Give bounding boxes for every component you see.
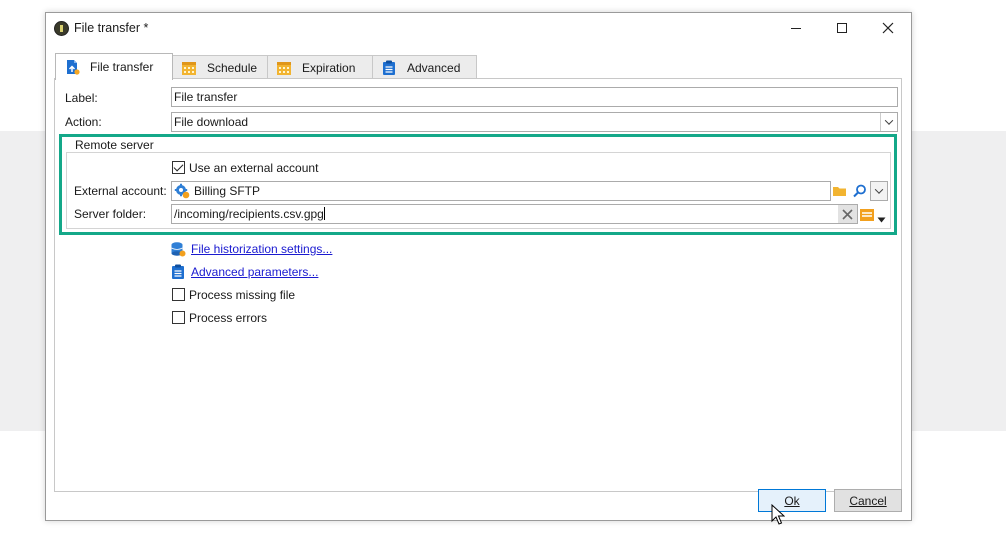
remote-server-legend: Remote server [72,138,157,152]
process-errors-checkbox[interactable] [172,311,185,324]
process-missing-file-checkbox[interactable] [172,288,185,301]
database-icon [170,241,186,260]
action-select[interactable]: File download [171,112,898,132]
process-errors-label: Process errors [189,311,268,325]
tab-label: Schedule [207,60,258,75]
advanced-parameters-link[interactable]: Advanced parameters... [191,265,318,279]
clear-icon [842,208,853,220]
maximize-icon [837,23,847,33]
external-account-caption: External account: [74,184,167,198]
external-account-value: Billing SFTP [194,184,261,198]
action-caption: Action: [65,115,102,129]
close-icon [882,22,894,34]
cancel-button[interactable]: Cancel [834,489,902,512]
mouse-pointer-icon [771,503,786,529]
tab-label: Expiration [302,60,356,75]
minimize-icon [791,27,801,29]
label-input[interactable]: File transfer [171,87,898,107]
minimize-button[interactable] [773,13,819,43]
label-caption: Label: [65,91,98,105]
window-title: File transfer * [74,21,149,35]
tab-schedule[interactable]: Schedule [172,55,268,79]
calendar-icon [276,60,292,76]
tab-advanced[interactable]: Advanced [372,55,477,79]
tab-file-transfer[interactable]: File transfer [55,53,173,80]
expression-icon[interactable] [859,207,875,226]
use-external-account-label: Use an external account [189,161,319,175]
chevron-down-icon [874,185,884,194]
clipboard-icon [170,264,186,283]
cancel-button-label: Cancel [849,493,887,508]
search-icon[interactable] [852,183,868,202]
server-folder-input[interactable]: /incoming/recipients.csv.gpg [171,204,858,224]
server-folder-value: /incoming/recipients.csv.gpg [174,207,324,221]
use-external-account-checkbox[interactable] [172,161,185,174]
close-button[interactable] [865,13,911,43]
file-transfer-dialog: File transfer * File transfer Schedule E… [45,12,912,525]
ok-button[interactable]: Ok [758,489,826,512]
title-bar[interactable]: File transfer * [46,13,911,45]
ok-button-label: Ok [784,493,800,508]
caret-down-icon[interactable] [877,212,886,226]
text-caret [323,207,325,220]
tab-label: Advanced [407,60,461,75]
clear-button[interactable] [838,205,857,223]
tab-label: File transfer [90,60,154,74]
tab-expiration[interactable]: Expiration [267,55,373,79]
process-missing-file-label: Process missing file [189,288,296,302]
app-icon [54,21,69,36]
file-transfer-icon [64,59,80,75]
file-historization-link[interactable]: File historization settings... [191,242,332,256]
action-value: File download [174,115,249,129]
folder-icon[interactable] [832,183,848,202]
external-account-icon [174,183,190,202]
chevron-down-icon [884,116,893,125]
clipboard-icon [381,60,397,76]
external-account-input[interactable]: Billing SFTP [171,181,831,201]
external-account-dropdown-button[interactable] [870,181,888,201]
maximize-button[interactable] [819,13,865,43]
calendar-icon [181,60,197,76]
action-dropdown-button[interactable] [880,113,896,131]
server-folder-caption: Server folder: [74,207,147,221]
